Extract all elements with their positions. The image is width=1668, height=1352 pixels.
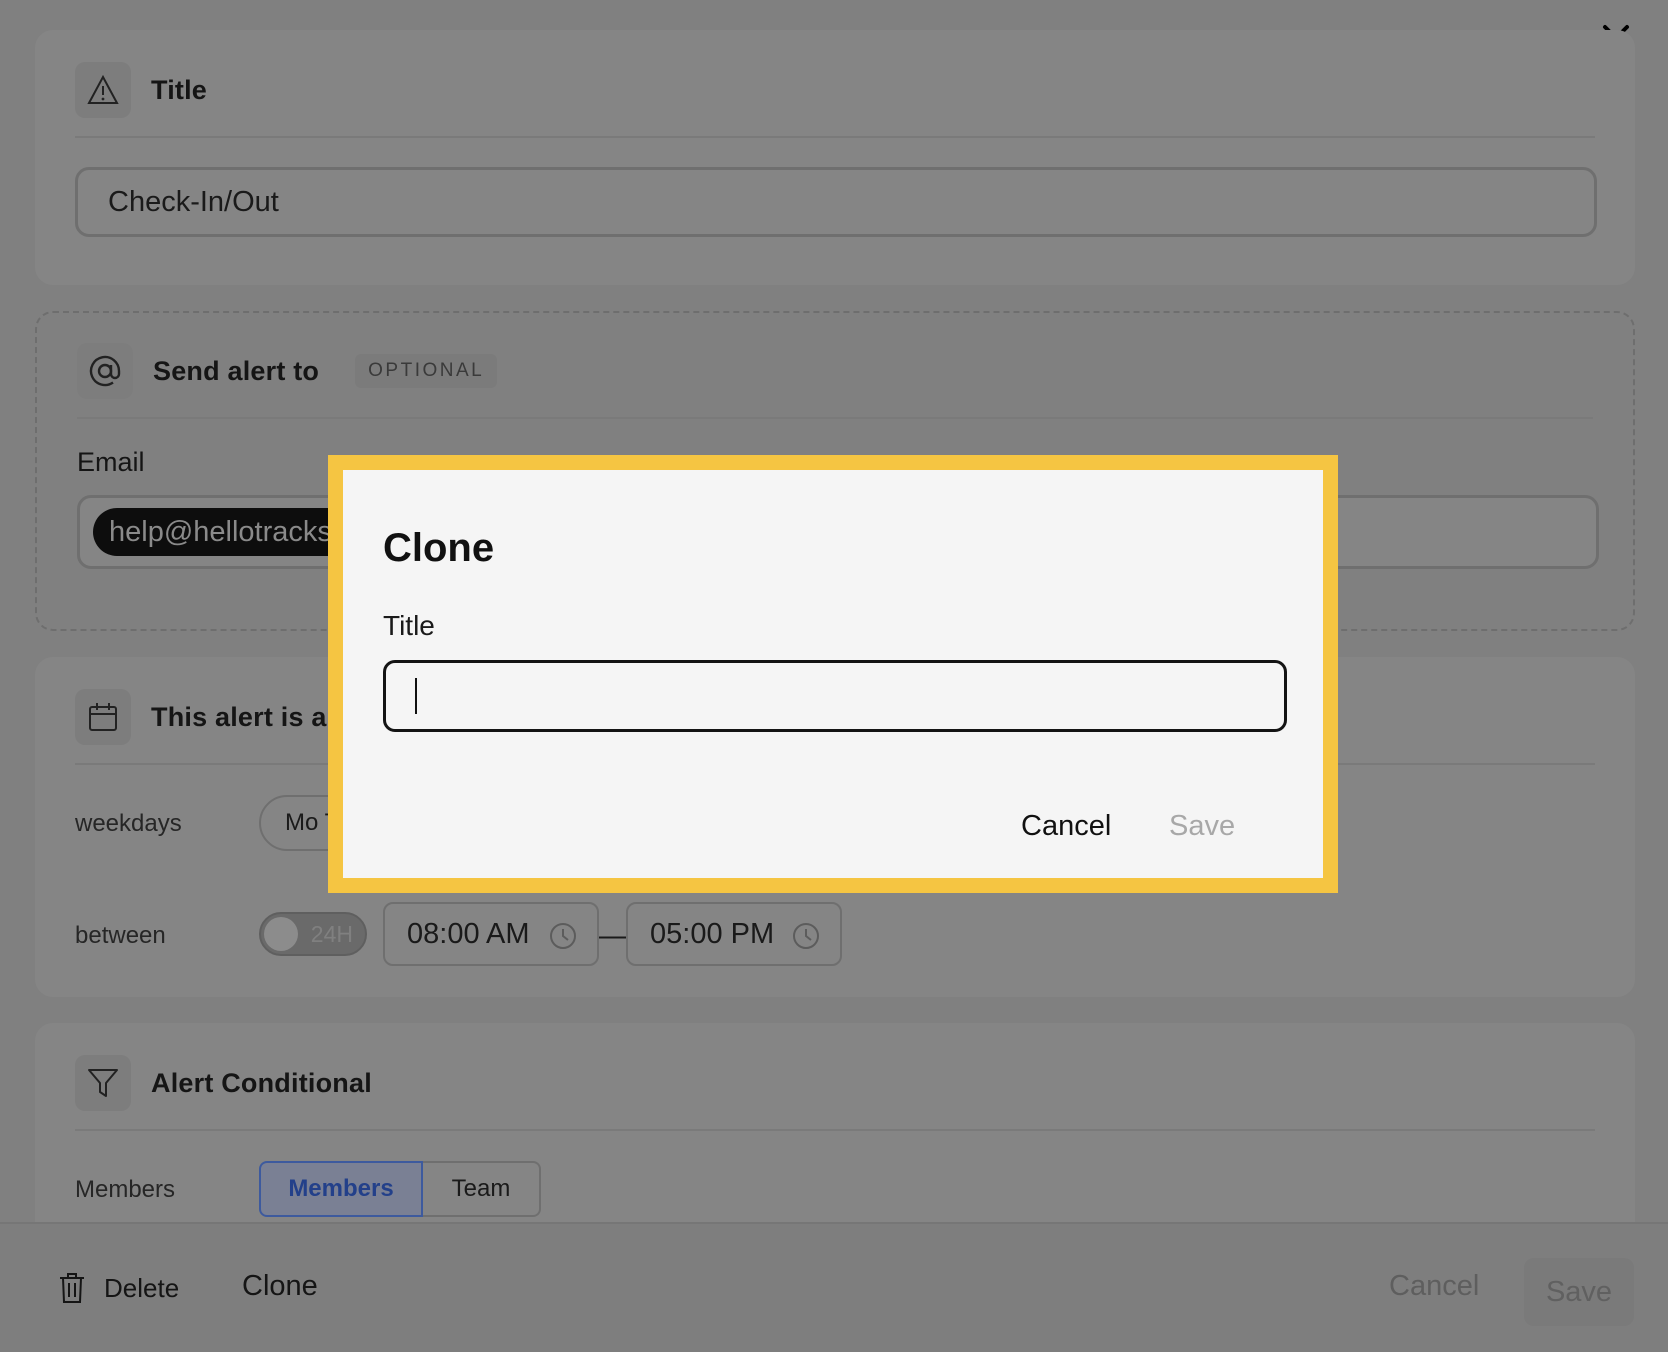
start-time-input[interactable]: 08:00 AM <box>383 902 599 966</box>
dialog-title-input[interactable] <box>383 660 1287 732</box>
footer-bar: Delete Clone Cancel Save <box>0 1222 1668 1352</box>
send-alert-heading: Send alert to <box>153 355 320 386</box>
conditional-heading: Alert Conditional <box>151 1067 372 1098</box>
email-label: Email <box>77 447 145 477</box>
warning-icon <box>75 62 131 118</box>
time-separator: — <box>599 919 629 952</box>
filter-icon <box>75 1055 131 1111</box>
title-field-value: Check-In/Out <box>108 185 279 218</box>
footer-cancel-button[interactable]: Cancel <box>1389 1270 1479 1303</box>
trash-icon <box>60 1273 84 1303</box>
members-label: Members <box>75 1176 176 1203</box>
clone-button[interactable]: Clone <box>242 1270 318 1303</box>
title-card: Title Check-In/Out <box>35 30 1635 285</box>
weekdays-label: weekdays <box>75 810 182 837</box>
segment-members[interactable]: Members <box>259 1161 423 1217</box>
clock-icon <box>793 923 819 949</box>
optional-badge: OPTIONAL <box>355 354 498 388</box>
schedule-heading: This alert is a <box>151 701 327 732</box>
between-label: between <box>75 922 166 949</box>
dialog-save-button[interactable]: Save <box>1169 810 1235 843</box>
clock-icon <box>550 923 576 949</box>
segment-team[interactable]: Team <box>423 1161 541 1217</box>
delete-button[interactable]: Delete <box>58 1272 179 1304</box>
clone-label: Clone <box>242 1270 318 1302</box>
email-chip-text: help@hellotracks <box>109 515 332 548</box>
at-icon <box>77 343 133 399</box>
end-time-input[interactable]: 05:00 PM <box>626 902 842 966</box>
text-caret <box>415 678 417 714</box>
calendar-icon <box>75 689 131 745</box>
toggle-label: 24H <box>310 920 353 947</box>
footer-save-label: Save <box>1545 1275 1613 1308</box>
title-heading: Title <box>151 74 208 105</box>
delete-label: Delete <box>104 1272 180 1303</box>
email-chip[interactable]: help@hellotracks <box>93 508 355 556</box>
dialog-cancel-button[interactable]: Cancel <box>1021 810 1111 843</box>
toggle-knob <box>264 917 298 951</box>
start-time-value: 08:00 AM <box>407 917 530 950</box>
24h-toggle[interactable]: 24H <box>259 912 367 956</box>
footer-save-button[interactable]: Save <box>1524 1258 1634 1326</box>
dialog-title: Clone <box>383 526 495 570</box>
footer-cancel-label: Cancel <box>1389 1270 1480 1302</box>
dialog-highlight-frame: Clone Title Cancel Save <box>328 455 1338 893</box>
clone-dialog: Clone Title Cancel Save <box>343 470 1323 878</box>
dialog-field-label: Title <box>383 610 435 641</box>
end-time-value: 05:00 PM <box>650 917 775 950</box>
title-field[interactable]: Check-In/Out <box>75 167 1597 237</box>
